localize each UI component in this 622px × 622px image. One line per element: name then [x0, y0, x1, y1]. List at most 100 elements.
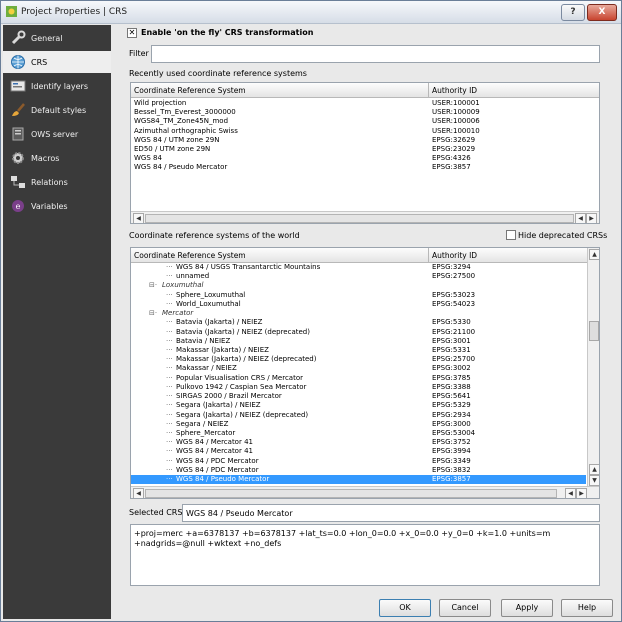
- scroll-right-icon[interactable]: ▶: [586, 213, 597, 223]
- sidebar-item-default-styles[interactable]: Default styles: [3, 99, 111, 121]
- table-row[interactable]: ··· Segara / NEIEZ EPSG:3000: [131, 420, 586, 429]
- cancel-button[interactable]: Cancel: [439, 599, 491, 617]
- relations-icon: [10, 174, 26, 190]
- table-row[interactable]: ··· Pulkovo 1942 / Caspian Sea Mercator EP…: [131, 383, 586, 392]
- collapse-icon[interactable]: ⊟·: [149, 309, 157, 318]
- table-row[interactable]: ··· World_Loxumuthal EPSG:54023: [131, 300, 586, 309]
- scroll-down-icon[interactable]: ▼: [589, 475, 599, 486]
- world-vscroll-thumb[interactable]: [589, 321, 599, 341]
- scroll-up-icon[interactable]: ▲: [589, 464, 599, 475]
- col-header-authority[interactable]: Authority ID: [432, 251, 477, 260]
- proj-string-text: +proj=merc +a=6378137 +b=6378137 +lat_ts…: [134, 529, 551, 548]
- table-row[interactable]: ··· Segara (Jakarta) / NEIEZ EPSG:5329: [131, 401, 586, 410]
- authority-id-cell: EPSG:3857: [432, 163, 471, 172]
- title-help-button[interactable]: ?: [561, 4, 585, 21]
- help-button[interactable]: Help: [561, 599, 613, 617]
- selected-crs-value: WGS 84 / Pseudo Mercator: [186, 509, 293, 518]
- sidebar-item-relations[interactable]: Relations: [3, 171, 111, 193]
- hide-deprecated-checkbox[interactable]: [506, 230, 516, 240]
- crs-name-cell: WGS 84: [134, 154, 162, 163]
- table-row[interactable]: ··· Makassar (Jakarta) / NEIEZ (deprecate…: [131, 355, 586, 364]
- enable-otf-label: Enable 'on the fly' CRS transformation: [141, 28, 314, 37]
- table-row[interactable]: ··· Popular Visualisation CRS / Mercator E…: [131, 374, 586, 383]
- table-row[interactable]: ··· Batavia (Jakarta) / NEIEZ EPSG:5330: [131, 318, 586, 327]
- scroll-left-icon[interactable]: ◀: [575, 213, 586, 223]
- table-row[interactable]: ··· Sphere_Mercator EPSG:53004: [131, 429, 586, 438]
- authority-id-cell: EPSG:53004: [432, 428, 476, 437]
- crs-name-cell: WGS 84 / Mercator 41: [176, 438, 253, 447]
- table-row[interactable]: ··· WGS 84 / Pseudo Mercator EPSG:3857: [131, 475, 586, 485]
- table-row[interactable]: ··· WGS 84 / Mercator 41 EPSG:3752: [131, 438, 586, 447]
- table-row[interactable]: Wild projection USER:100001: [131, 99, 599, 108]
- table-row[interactable]: ··· Batavia (Jakarta) / NEIEZ (deprecated…: [131, 328, 586, 337]
- table-row[interactable]: ··· WGS 84 / USGS Transantarctic Mountain…: [131, 263, 586, 272]
- recent-hscroll-thumb[interactable]: [145, 214, 574, 223]
- crs-name-cell: Popular Visualisation CRS / Mercator: [176, 373, 304, 382]
- filter-input[interactable]: [151, 45, 600, 63]
- scroll-up-icon[interactable]: ▲: [589, 249, 599, 260]
- authority-id-cell: EPSG:25700: [432, 355, 476, 364]
- crs-name-cell: Bessel_Tm_Everest_3000000: [134, 108, 236, 117]
- sidebar-item-ows-server[interactable]: OWS server: [3, 123, 111, 145]
- close-button[interactable]: X: [587, 4, 617, 21]
- tree-group-row[interactable]: ⊟· Loxumuthal: [131, 281, 586, 290]
- tree-branch-icon: ···: [166, 299, 173, 308]
- sidebar-item-crs[interactable]: CRS: [3, 51, 111, 73]
- tree-branch-icon: ···: [166, 401, 173, 410]
- table-row[interactable]: WGS 84 EPSG:4326: [131, 154, 599, 163]
- sidebar-item-identify-layers[interactable]: Identify layers: [3, 75, 111, 97]
- col-header-system[interactable]: Coordinate Reference System: [134, 251, 246, 260]
- table-row[interactable]: WGS 84 / Pseudo Mercator EPSG:3857: [131, 163, 599, 172]
- world-vscrollbar[interactable]: ▲ ▲ ▼: [587, 248, 599, 486]
- sidebar-item-general[interactable]: General: [3, 27, 111, 49]
- enable-otf-checkbox[interactable]: ✕: [127, 28, 137, 38]
- table-row[interactable]: ··· Segara (Jakarta) / NEIEZ (deprecated)…: [131, 411, 586, 420]
- scroll-right-icon[interactable]: ▶: [576, 488, 587, 498]
- ok-button[interactable]: OK: [379, 599, 431, 617]
- window-title: Project Properties | CRS: [21, 7, 128, 17]
- recent-crs-label: Recently used coordinate reference syste…: [129, 69, 307, 78]
- table-row[interactable]: ··· WGS 84 / PDC Mercator EPSG:3349: [131, 457, 586, 466]
- world-hscroll-thumb[interactable]: [145, 489, 557, 498]
- authority-id-cell: USER:100001: [432, 99, 480, 107]
- col-header-system[interactable]: Coordinate Reference System: [134, 86, 246, 95]
- table-row[interactable]: ··· WGS 84 / Mercator 41 EPSG:3994: [131, 447, 586, 456]
- table-row[interactable]: Azimuthal orthographic Swiss USER:100010: [131, 127, 599, 136]
- collapse-icon[interactable]: ⊟·: [149, 281, 157, 290]
- authority-id-cell: EPSG:3002: [432, 364, 471, 373]
- gear-icon: [10, 150, 26, 166]
- tree-branch-icon: ···: [166, 345, 173, 354]
- world-hscrollbar[interactable]: ◀ ◀ ▶: [131, 486, 599, 498]
- scroll-left-icon[interactable]: ◀: [565, 488, 576, 498]
- tree-branch-icon: ···: [166, 419, 173, 428]
- table-row[interactable]: ED50 / UTM zone 29N EPSG:23029: [131, 145, 599, 154]
- crs-name-cell: Batavia (Jakarta) / NEIEZ (deprecated): [176, 327, 310, 336]
- col-header-authority[interactable]: Authority ID: [432, 86, 477, 95]
- sidebar-item-label: General: [31, 34, 63, 43]
- tree-branch-icon: ···: [166, 272, 173, 281]
- table-row[interactable]: Bessel_Tm_Everest_3000000 USER:100009: [131, 108, 599, 117]
- sidebar-item-variables[interactable]: e Variables: [3, 195, 111, 217]
- tree-group-row[interactable]: ⊟· Mercator: [131, 309, 586, 318]
- recent-hscrollbar[interactable]: ◀ ◀ ▶: [131, 211, 599, 223]
- table-row[interactable]: ··· Makassar / NEIEZ EPSG:3002: [131, 364, 586, 373]
- table-row[interactable]: WGS 84 / UTM zone 29N EPSG:32629: [131, 136, 599, 145]
- scroll-left-icon[interactable]: ◀: [133, 213, 144, 223]
- tree-branch-icon: ···: [166, 382, 173, 391]
- table-row[interactable]: ··· SIRGAS 2000 / Brazil Mercator EPSG:564…: [131, 392, 586, 401]
- tree-branch-icon: ···: [166, 438, 173, 447]
- table-row[interactable]: ··· unnamed EPSG:27500: [131, 272, 586, 281]
- table-row[interactable]: ··· WGS 84 / PDC Mercator EPSG:3832: [131, 466, 586, 475]
- table-row[interactable]: ··· Makassar (Jakarta) / NEIEZ EPSG:5331: [131, 346, 586, 355]
- table-row[interactable]: WGS84_TM_Zone45N_mod USER:100006: [131, 117, 599, 126]
- table-row[interactable]: ··· Sphere_Loxumuthal EPSG:53023: [131, 291, 586, 300]
- world-crs-label: Coordinate reference systems of the worl…: [129, 231, 300, 240]
- scroll-left-icon[interactable]: ◀: [133, 488, 144, 498]
- apply-button[interactable]: Apply: [501, 599, 553, 617]
- authority-id-cell: USER:100006: [432, 117, 480, 126]
- selected-crs-label: Selected CRS:: [129, 508, 186, 517]
- table-row[interactable]: ··· Batavia / NEIEZ EPSG:3001: [131, 337, 586, 346]
- tree-branch-icon: ···: [166, 410, 173, 419]
- brush-icon: [10, 102, 26, 118]
- sidebar-item-macros[interactable]: Macros: [3, 147, 111, 169]
